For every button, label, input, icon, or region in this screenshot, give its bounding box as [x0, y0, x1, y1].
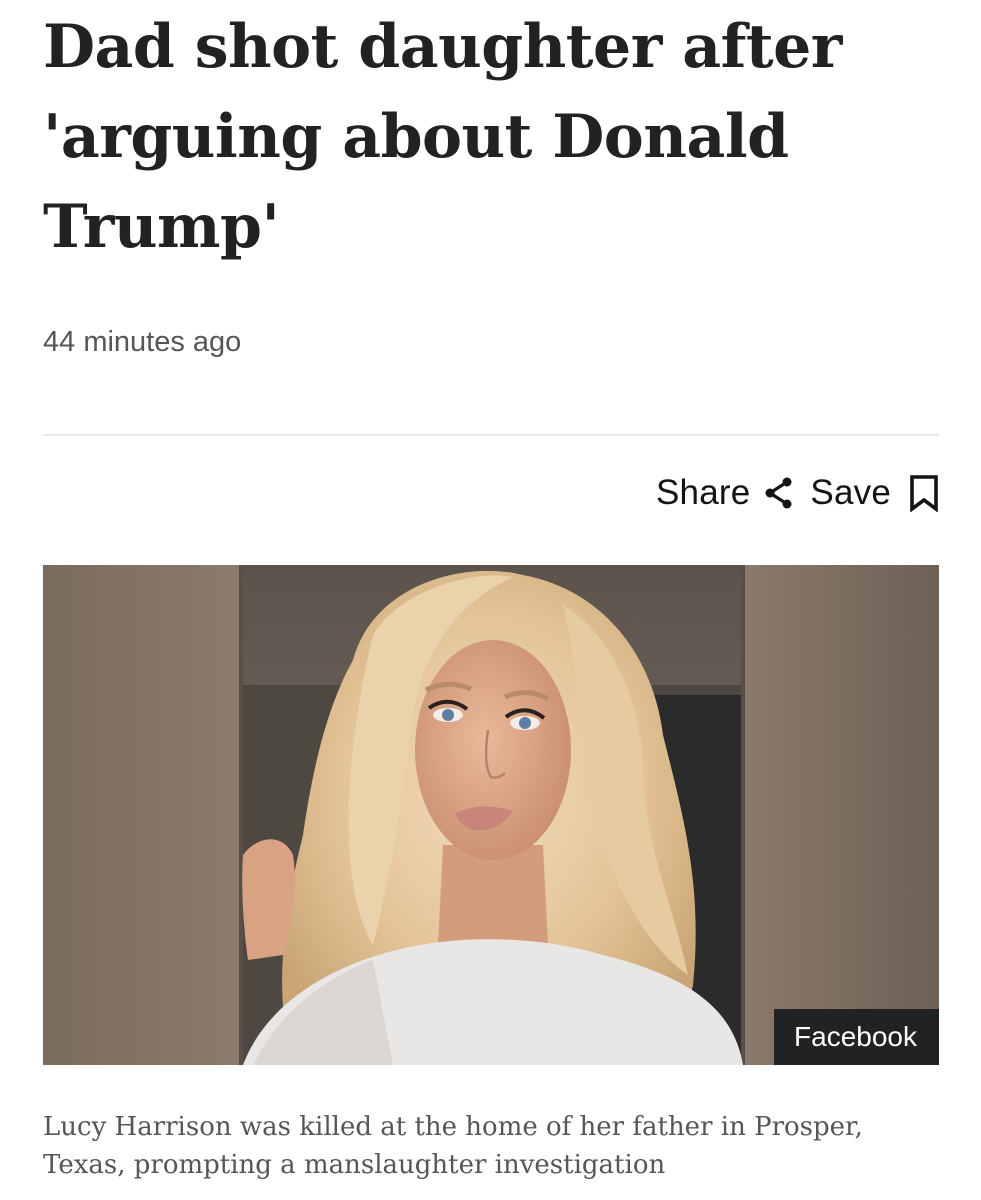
save-button[interactable]: Save — [810, 473, 939, 513]
save-label: Save — [810, 473, 891, 512]
share-button[interactable]: Share — [656, 473, 794, 513]
headline: Dad shot daughter after 'arguing about D… — [43, 12, 842, 262]
share-label: Share — [656, 473, 751, 512]
bookmark-icon — [910, 475, 938, 512]
article-actions: Share Save — [656, 470, 939, 516]
divider — [43, 434, 939, 436]
article-photo: Facebook — [43, 565, 939, 1065]
timestamp: 44 minutes ago — [43, 326, 242, 358]
share-icon — [765, 477, 792, 509]
image-caption: Lucy Harrison was killed at the home of … — [43, 1112, 863, 1180]
portrait-image — [43, 565, 939, 1065]
image-credit: Facebook — [774, 1009, 939, 1065]
